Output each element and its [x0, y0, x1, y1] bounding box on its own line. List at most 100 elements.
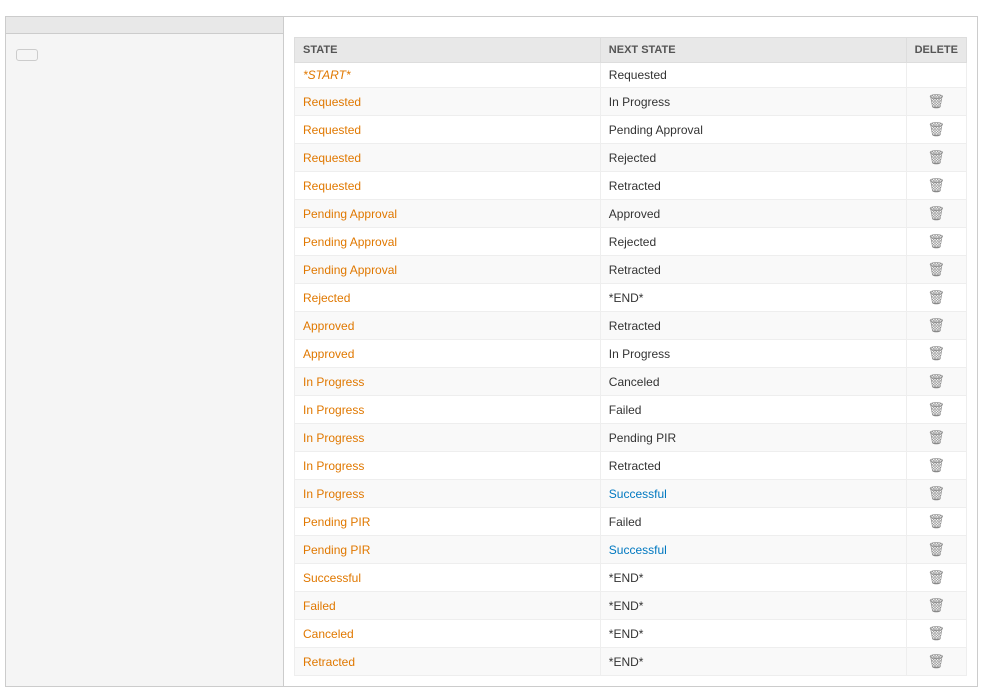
sidebar: [6, 17, 284, 686]
delete-cell: 🗑: [906, 144, 966, 172]
state-cell[interactable]: Retracted: [295, 648, 601, 676]
delete-icon[interactable]: 🗑: [927, 541, 945, 558]
state-link[interactable]: In Progress: [303, 459, 364, 473]
delete-icon[interactable]: 🗑: [927, 233, 945, 250]
delete-cell: 🗑: [906, 620, 966, 648]
delete-cell: 🗑: [906, 88, 966, 116]
col-header-state: STATE: [295, 38, 601, 63]
delete-cell: 🗑: [906, 396, 966, 424]
state-link[interactable]: In Progress: [303, 375, 364, 389]
delete-icon[interactable]: 🗑: [927, 205, 945, 222]
state-cell[interactable]: In Progress: [295, 424, 601, 452]
delete-cell: 🗑: [906, 564, 966, 592]
go-to-overview-button[interactable]: [16, 49, 38, 61]
next-state-cell: Rejected: [600, 228, 906, 256]
next-state-cell: In Progress: [600, 340, 906, 368]
delete-icon[interactable]: 🗑: [927, 597, 945, 614]
state-link[interactable]: Approved: [303, 347, 354, 361]
delete-cell: 🗑: [906, 424, 966, 452]
delete-icon[interactable]: 🗑: [927, 625, 945, 642]
table-row: In Progress Retracted 🗑: [295, 452, 967, 480]
table-row: Rejected*END*🗑: [295, 284, 967, 312]
next-state-link[interactable]: Successful: [609, 543, 667, 557]
state-link[interactable]: Successful: [303, 571, 361, 585]
next-state-cell: Requested: [600, 63, 906, 88]
state-cell[interactable]: Failed: [295, 592, 601, 620]
state-link[interactable]: Failed: [303, 599, 336, 613]
state-cell[interactable]: In Progress: [295, 368, 601, 396]
state-link[interactable]: Requested: [303, 123, 361, 137]
main-content: STATE NEXT STATE DELETE *START*Requested…: [284, 17, 977, 686]
state-cell[interactable]: Pending Approval: [295, 200, 601, 228]
table-row: *START*Requested: [295, 63, 967, 88]
delete-icon[interactable]: 🗑: [927, 569, 945, 586]
state-link[interactable]: Approved: [303, 319, 354, 333]
delete-icon[interactable]: 🗑: [927, 485, 945, 502]
state-cell[interactable]: In Progress: [295, 480, 601, 508]
state-link[interactable]: Canceled: [303, 627, 354, 641]
state-cell[interactable]: In Progress: [295, 452, 601, 480]
state-link[interactable]: In Progress: [303, 403, 364, 417]
state-link[interactable]: Requested: [303, 95, 361, 109]
state-link[interactable]: Pending PIR: [303, 543, 370, 557]
state-cell[interactable]: Successful: [295, 564, 601, 592]
next-state-cell: Rejected: [600, 144, 906, 172]
delete-icon[interactable]: 🗑: [927, 401, 945, 418]
table-row: In Progress Failed 🗑: [295, 396, 967, 424]
delete-cell: [906, 63, 966, 88]
table-row: ApprovedRetracted🗑: [295, 312, 967, 340]
state-link[interactable]: Rejected: [303, 291, 350, 305]
next-state-cell: *END*: [600, 620, 906, 648]
delete-cell: 🗑: [906, 368, 966, 396]
state-cell[interactable]: Requested: [295, 172, 601, 200]
delete-icon[interactable]: 🗑: [927, 429, 945, 446]
state-cell: *START*: [295, 63, 601, 88]
state-cell[interactable]: Pending PIR: [295, 508, 601, 536]
state-link[interactable]: Pending PIR: [303, 515, 370, 529]
table-row: Requested Rejected 🗑: [295, 144, 967, 172]
state-cell[interactable]: Requested: [295, 116, 601, 144]
state-cell[interactable]: Approved: [295, 340, 601, 368]
delete-icon[interactable]: 🗑: [927, 513, 945, 530]
delete-cell: 🗑: [906, 284, 966, 312]
delete-icon[interactable]: 🗑: [927, 261, 945, 278]
delete-cell: 🗑: [906, 312, 966, 340]
state-link[interactable]: Pending Approval: [303, 207, 397, 221]
delete-cell: 🗑: [906, 116, 966, 144]
delete-icon[interactable]: 🗑: [927, 121, 945, 138]
delete-icon[interactable]: 🗑: [927, 317, 945, 334]
delete-cell: 🗑: [906, 452, 966, 480]
next-state-cell: In Progress: [600, 88, 906, 116]
state-cell[interactable]: Requested: [295, 144, 601, 172]
transitions-table: STATE NEXT STATE DELETE *START*Requested…: [294, 37, 967, 676]
table-row: In ProgressPending PIR🗑: [295, 424, 967, 452]
delete-icon[interactable]: 🗑: [927, 177, 945, 194]
state-cell[interactable]: Canceled: [295, 620, 601, 648]
next-state-cell: Retracted: [600, 452, 906, 480]
next-state-cell: Failed: [600, 396, 906, 424]
state-link[interactable]: Retracted: [303, 655, 355, 669]
delete-icon[interactable]: 🗑: [927, 653, 945, 670]
state-link[interactable]: Requested: [303, 179, 361, 193]
table-row: Pending ApprovalRetracted🗑: [295, 256, 967, 284]
state-link[interactable]: In Progress: [303, 431, 364, 445]
state-cell[interactable]: Pending Approval: [295, 256, 601, 284]
delete-icon[interactable]: 🗑: [927, 457, 945, 474]
state-cell[interactable]: In Progress: [295, 396, 601, 424]
delete-icon[interactable]: 🗑: [927, 289, 945, 306]
state-cell[interactable]: Requested: [295, 88, 601, 116]
state-cell[interactable]: Pending Approval: [295, 228, 601, 256]
state-link[interactable]: In Progress: [303, 487, 364, 501]
state-cell[interactable]: Approved: [295, 312, 601, 340]
state-link[interactable]: Pending Approval: [303, 263, 397, 277]
state-link[interactable]: Requested: [303, 151, 361, 165]
next-state-link[interactable]: Successful: [609, 487, 667, 501]
delete-icon[interactable]: 🗑: [927, 149, 945, 166]
table-row: RequestedRetracted🗑: [295, 172, 967, 200]
state-cell[interactable]: Rejected: [295, 284, 601, 312]
delete-icon[interactable]: 🗑: [927, 93, 945, 110]
delete-icon[interactable]: 🗑: [927, 373, 945, 390]
delete-icon[interactable]: 🗑: [927, 345, 945, 362]
state-link[interactable]: Pending Approval: [303, 235, 397, 249]
delete-cell: 🗑: [906, 480, 966, 508]
